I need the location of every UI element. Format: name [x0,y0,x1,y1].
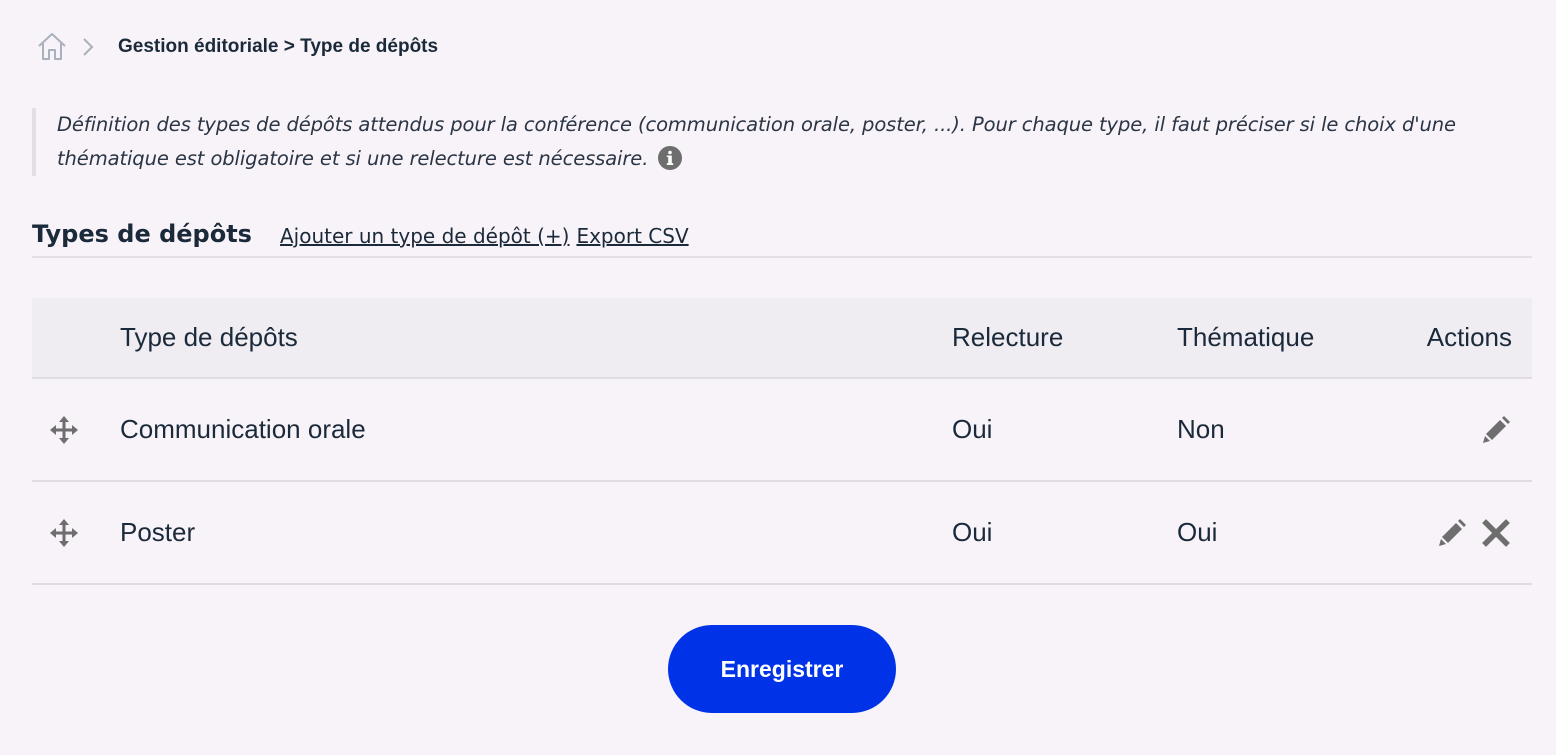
page: Gestion éditoriale > Type de dépôts Défi… [0,0,1556,755]
save-button[interactable]: Enregistrer [668,625,896,713]
add-type-link[interactable]: Ajouter un type de dépôt (+) [280,214,569,258]
page-description: Définition des types de dépôts attendus … [32,108,1512,176]
table-header: Type de dépôts Relecture Thématique Acti… [32,298,1532,379]
drag-handle[interactable] [48,379,84,480]
header-type: Type de dépôts [120,322,298,352]
info-icon[interactable] [658,146,683,170]
cell-thematique: Non [1177,414,1225,444]
section-header: Types de dépôts Ajouter un type de dépôt… [32,214,1532,258]
chevron-right-icon [80,37,96,57]
cell-type: Poster [120,517,196,547]
breadcrumb: Gestion éditoriale > Type de dépôts [36,30,438,64]
edit-icon[interactable] [1436,517,1468,549]
cell-thematique: Oui [1177,517,1218,547]
export-csv-link[interactable]: Export CSV [576,214,688,258]
table-row: Communication orale Oui Non [32,379,1532,482]
cell-relecture: Oui [952,414,993,444]
types-table: Type de dépôts Relecture Thématique Acti… [32,298,1532,585]
cell-actions [1480,379,1512,480]
cell-actions [1436,482,1512,583]
edit-icon[interactable] [1480,414,1512,446]
cell-type: Communication orale [120,414,366,444]
header-thematique: Thématique [1177,322,1315,352]
cell-relecture: Oui [952,517,993,547]
drag-handle[interactable] [48,482,84,583]
table-row: Poster Oui Oui [32,482,1532,585]
move-icon[interactable] [48,517,80,549]
delete-icon[interactable] [1480,517,1512,549]
move-icon[interactable] [48,414,80,446]
header-actions: Actions [1426,322,1512,352]
home-icon[interactable] [36,31,68,63]
section-title: Types de dépôts [32,220,252,248]
header-relecture: Relecture [952,322,1064,352]
description-text: Définition des types de dépôts attendus … [57,113,1456,170]
breadcrumb-path: Gestion éditoriale > Type de dépôts [118,36,439,57]
